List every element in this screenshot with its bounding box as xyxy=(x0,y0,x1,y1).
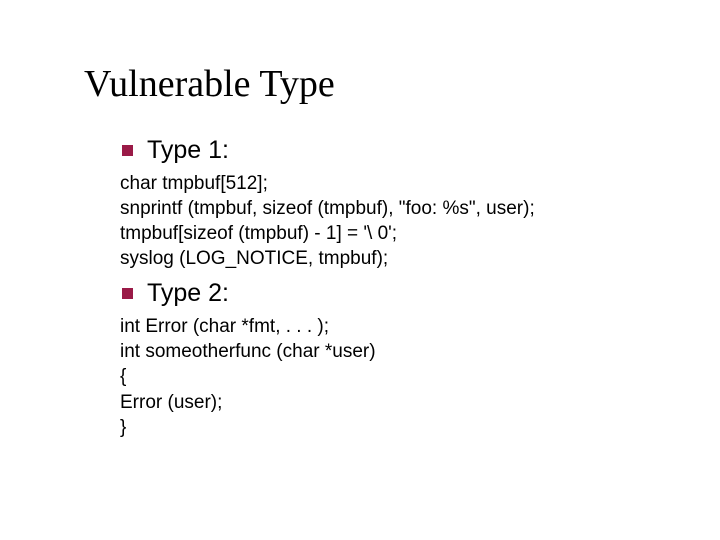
section-heading: Type 1: xyxy=(147,136,229,165)
slide-title: Vulnerable Type xyxy=(84,62,335,106)
section-heading: Type 2: xyxy=(147,279,229,308)
bullet-icon xyxy=(122,288,133,299)
section-heading-row: Type 1: xyxy=(120,136,660,165)
code-block: char tmpbuf[512]; snprintf (tmpbuf, size… xyxy=(120,171,660,271)
code-block: int Error (char *fmt, . . . ); int someo… xyxy=(120,314,660,439)
slide: Vulnerable Type Type 1: char tmpbuf[512]… xyxy=(0,0,720,540)
section-heading-row: Type 2: xyxy=(120,279,660,308)
slide-content: Type 1: char tmpbuf[512]; snprintf (tmpb… xyxy=(120,134,660,448)
bullet-icon xyxy=(122,145,133,156)
